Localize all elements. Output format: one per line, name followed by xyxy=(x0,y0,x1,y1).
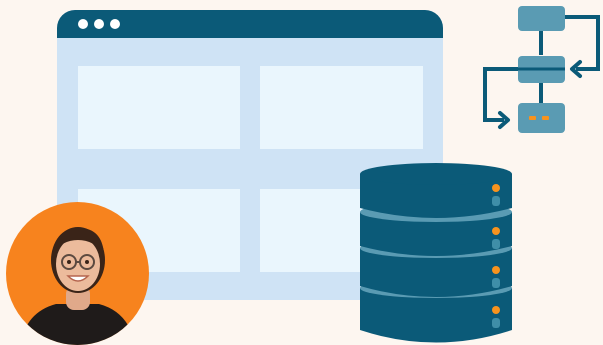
browser-titlebar xyxy=(57,10,443,38)
database-icon xyxy=(360,163,512,343)
window-dot-icon xyxy=(78,19,88,29)
flowchart-icon xyxy=(483,6,600,133)
illustration-scene xyxy=(0,0,603,345)
content-card xyxy=(260,66,423,149)
window-dot-icon xyxy=(94,19,104,29)
person-avatar xyxy=(6,202,149,345)
person-portrait xyxy=(20,227,135,345)
database-layer xyxy=(360,163,512,218)
window-dot-icon xyxy=(110,19,120,29)
content-card xyxy=(78,66,240,149)
